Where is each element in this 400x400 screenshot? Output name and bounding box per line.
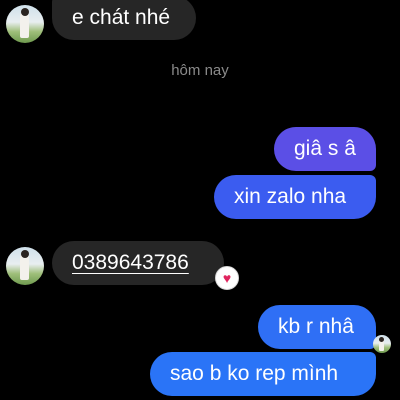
message-text: kb r nhâ	[278, 315, 354, 338]
contact-avatar[interactable]	[6, 247, 44, 285]
message-text: sao b ko rep mình	[170, 362, 339, 385]
message-text: giâ s â	[294, 137, 356, 160]
avatar-head	[21, 250, 29, 258]
message-text: e chát nhé	[72, 6, 171, 29]
phone-number-link[interactable]: 0389643786	[72, 251, 189, 274]
message-outgoing[interactable]: sao b ko rep mình	[150, 352, 376, 396]
message-text: xin zalo nha	[234, 185, 347, 208]
message-outgoing[interactable]: kb r nhâ	[258, 305, 376, 349]
heart-reaction-icon[interactable]: ♥	[215, 266, 239, 290]
chat-thread: e chát nhé hôm nay giâ s â xin zalo nha …	[0, 0, 400, 400]
seen-avatar	[373, 335, 391, 353]
avatar-head	[21, 8, 29, 16]
date-separator: hôm nay	[171, 62, 229, 79]
message-outgoing[interactable]: giâ s â	[274, 127, 376, 171]
message-outgoing[interactable]: xin zalo nha	[214, 175, 376, 219]
avatar-head	[379, 337, 384, 342]
message-incoming[interactable]: 0389643786	[52, 241, 224, 285]
contact-avatar[interactable]	[6, 5, 44, 43]
message-incoming[interactable]: e chát nhé	[52, 0, 196, 40]
